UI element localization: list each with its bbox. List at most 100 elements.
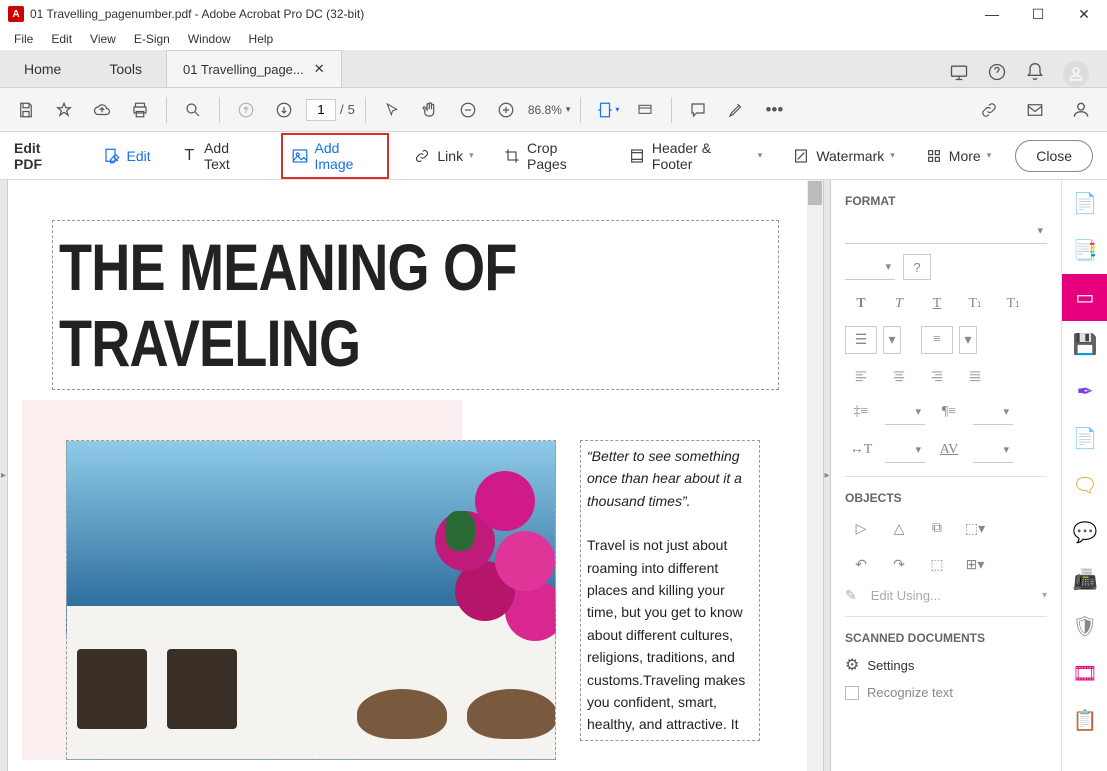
arrange-button[interactable]: ⬚▾: [959, 515, 991, 543]
subscript-button[interactable]: T1: [997, 290, 1029, 318]
zoom-in-icon[interactable]: [490, 94, 522, 126]
close-editbar-button[interactable]: Close: [1015, 140, 1093, 172]
tab-home[interactable]: Home: [0, 51, 85, 87]
replace-image-button[interactable]: ⬚: [921, 551, 953, 579]
menu-window[interactable]: Window: [180, 30, 239, 48]
numbered-list-button[interactable]: ≡: [921, 326, 953, 354]
organize-pages-icon[interactable]: 📄: [1062, 415, 1107, 462]
flip-horizontal-button[interactable]: △: [883, 515, 915, 543]
crop-object-button[interactable]: ⧉: [921, 515, 953, 543]
left-panel-toggle[interactable]: ▸: [0, 180, 8, 771]
align-justify-button[interactable]: [959, 362, 991, 390]
objects-section-title: OBJECTS: [845, 491, 1047, 505]
underline-button[interactable]: T: [921, 290, 953, 318]
add-image-tool[interactable]: Add Image: [281, 133, 390, 179]
numbered-list-dropdown[interactable]: ▾: [959, 326, 977, 354]
scan-icon[interactable]: 📠: [1062, 556, 1107, 603]
menu-esign[interactable]: E-Sign: [126, 30, 178, 48]
tab-tools[interactable]: Tools: [85, 51, 166, 87]
body-text-box[interactable]: “Better to see something once than hear …: [580, 440, 760, 741]
help-icon[interactable]: [987, 62, 1007, 87]
right-panel-toggle[interactable]: ▸: [823, 180, 831, 771]
export-pdf-icon[interactable]: 💾: [1062, 321, 1107, 368]
watermark-tool[interactable]: Watermark ▾: [786, 143, 900, 169]
rich-media-icon[interactable]: 🎞: [1062, 650, 1107, 697]
close-window-button[interactable]: ✕: [1061, 0, 1107, 28]
edit-using-dropdown[interactable]: Edit Using...: [865, 588, 941, 603]
account-avatar[interactable]: [1063, 61, 1089, 87]
crop-tool[interactable]: Crop Pages: [498, 136, 605, 176]
font-family-dropdown[interactable]: ▾: [845, 218, 1047, 244]
document-image[interactable]: [66, 440, 556, 760]
star-icon[interactable]: [48, 94, 80, 126]
align-objects-button[interactable]: ⊞▾: [959, 551, 991, 579]
edit-tool[interactable]: Edit: [97, 143, 157, 169]
protect-icon[interactable]: 🛡: [1062, 603, 1107, 650]
char-spacing-dropdown[interactable]: ▾: [973, 437, 1013, 463]
zoom-out-icon[interactable]: [452, 94, 484, 126]
notifications-icon[interactable]: [1025, 62, 1045, 87]
heading-text-box[interactable]: THE MEANING OF TRAVELING: [52, 220, 779, 390]
minimize-button[interactable]: —: [969, 0, 1015, 28]
color-picker[interactable]: ?: [903, 254, 931, 280]
menu-view[interactable]: View: [82, 30, 124, 48]
link-tool[interactable]: Link ▾: [407, 143, 479, 169]
people-icon[interactable]: [1065, 94, 1097, 126]
page-current-input[interactable]: [306, 99, 336, 121]
paragraph-spacing-dropdown[interactable]: ▾: [973, 399, 1013, 425]
watermark-icon: [792, 147, 810, 165]
menu-edit[interactable]: Edit: [43, 30, 80, 48]
save-icon[interactable]: [10, 94, 42, 126]
tab-close-icon[interactable]: ✕: [314, 61, 325, 77]
select-tool-icon[interactable]: [376, 94, 408, 126]
title-bar: A 01 Travelling_pagenumber.pdf - Adobe A…: [0, 0, 1107, 28]
sign-icon[interactable]: ✒: [1062, 368, 1107, 415]
horizontal-scale-dropdown[interactable]: ▾: [885, 437, 925, 463]
align-right-button[interactable]: [921, 362, 953, 390]
comment-rail-icon[interactable]: 💬: [1062, 509, 1107, 556]
menu-file[interactable]: File: [6, 30, 41, 48]
tab-document[interactable]: 01 Travelling_page... ✕: [166, 50, 342, 87]
fit-width-icon[interactable]: ▾: [591, 94, 623, 126]
more-tools-icon[interactable]: •••: [758, 94, 790, 126]
vertical-scrollbar[interactable]: [807, 180, 823, 771]
bullet-list-dropdown[interactable]: ▾: [883, 326, 901, 354]
send-comments-icon[interactable]: 🗨: [1062, 462, 1107, 509]
maximize-button[interactable]: ☐: [1015, 0, 1061, 28]
more-rail-icon[interactable]: 📋: [1062, 697, 1107, 744]
more-tool[interactable]: More ▾: [919, 143, 997, 169]
line-spacing-dropdown[interactable]: ▾: [885, 399, 925, 425]
settings-button[interactable]: ⚙ Settings: [845, 655, 1047, 675]
menu-help[interactable]: Help: [241, 30, 282, 48]
zoom-level[interactable]: 86.8% ▾: [528, 103, 571, 117]
comment-icon[interactable]: [682, 94, 714, 126]
edit-pdf-rail-icon[interactable]: ▭: [1062, 274, 1107, 321]
rotate-ccw-button[interactable]: ↶: [845, 551, 877, 579]
italic-button[interactable]: T: [883, 290, 915, 318]
print-icon[interactable]: [124, 94, 156, 126]
header-footer-tool[interactable]: Header & Footer ▾: [623, 136, 769, 176]
bold-button[interactable]: T: [845, 290, 877, 318]
find-icon[interactable]: [177, 94, 209, 126]
prev-page-icon[interactable]: [230, 94, 262, 126]
cloud-upload-icon[interactable]: [86, 94, 118, 126]
superscript-button[interactable]: T1: [959, 290, 991, 318]
align-center-button[interactable]: [883, 362, 915, 390]
document-view[interactable]: THE MEANING OF TRAVELING “Better to see …: [8, 180, 823, 771]
next-page-icon[interactable]: [268, 94, 300, 126]
align-left-button[interactable]: [845, 362, 877, 390]
share-desktop-icon[interactable]: [949, 62, 969, 87]
recognize-text-checkbox[interactable]: Recognize text: [845, 685, 1047, 700]
email-icon[interactable]: [1019, 94, 1051, 126]
rotate-cw-button[interactable]: ↷: [883, 551, 915, 579]
hand-tool-icon[interactable]: [414, 94, 446, 126]
bullet-list-button[interactable]: ☰: [845, 326, 877, 354]
highlight-icon[interactable]: [720, 94, 752, 126]
combine-files-icon[interactable]: 📑: [1062, 227, 1107, 274]
font-size-dropdown[interactable]: ▾: [845, 254, 895, 280]
link-share-icon[interactable]: [973, 94, 1005, 126]
add-text-tool[interactable]: T Add Text: [175, 136, 263, 176]
read-mode-icon[interactable]: [629, 94, 661, 126]
create-pdf-icon[interactable]: 📄: [1062, 180, 1107, 227]
flip-vertical-button[interactable]: ▷: [845, 515, 877, 543]
